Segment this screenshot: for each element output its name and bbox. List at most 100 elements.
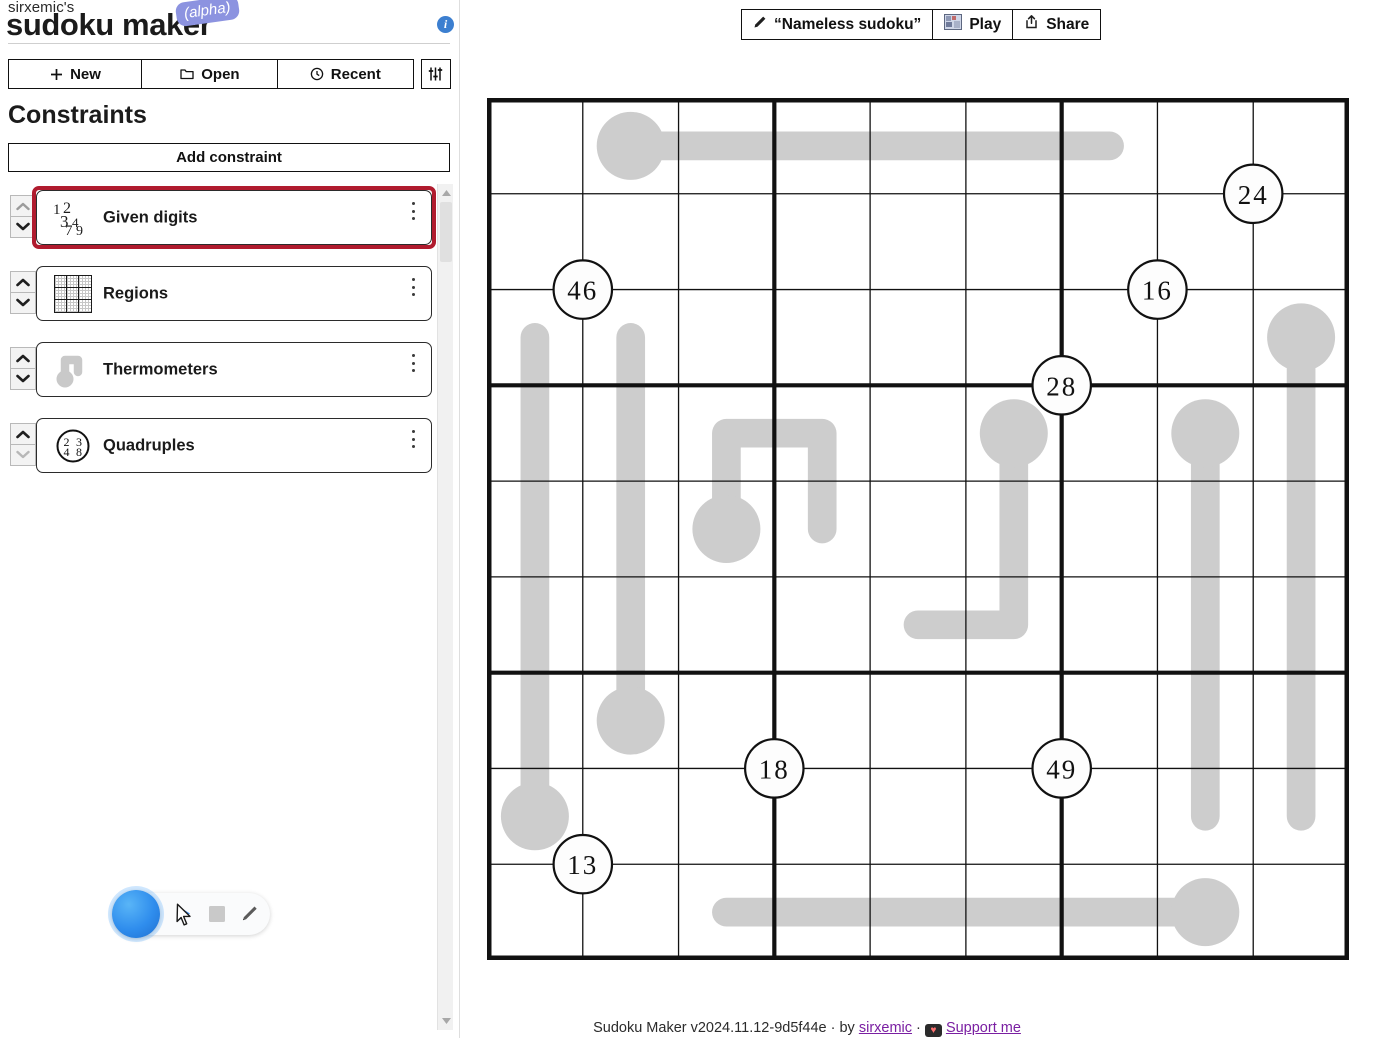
constraint-card-given-digits[interactable]: 1 2 3 4 7 9 Given digits [36,190,432,245]
move-up-button[interactable] [10,347,36,369]
new-button[interactable]: New [8,59,143,89]
quad-16[interactable]: 16 [1127,259,1188,320]
puzzle-name: “Nameless sudoku” [774,15,922,33]
move-up-button[interactable] [10,271,36,293]
thermo-bottom-row9-bulb[interactable] [1171,878,1240,947]
info-icon[interactable]: i [437,16,454,33]
square-tool-icon[interactable] [202,899,232,929]
pen-toolbar [112,890,270,938]
constraint-menu-button[interactable] [405,428,421,450]
play-thumbnail-icon [944,14,963,35]
play-button[interactable]: Play [932,10,1013,39]
regions-grid-icon [51,272,95,316]
sliders-icon [427,66,444,82]
quad-28-digits: 28 [1046,371,1077,401]
constraint-menu-button[interactable] [405,276,421,298]
footer-author-link[interactable]: sirxemic [859,1020,912,1036]
quad-49[interactable]: 49 [1031,738,1093,799]
constraint-list: 1 2 3 4 7 9 Given digits Regions Thermom… [0,186,460,490]
move-down-button[interactable] [10,443,36,466]
settings-button[interactable] [420,59,451,89]
constraints-scrollbar[interactable] [437,184,453,1030]
quad-13[interactable]: 13 [552,833,614,895]
thermo-top-row1-bulb[interactable] [596,111,665,180]
svg-text:4: 4 [64,445,70,459]
constraint-card-thermometers[interactable]: Thermometers [36,342,432,397]
thermometer-icon [51,348,95,392]
quad-28[interactable]: 28 [1031,354,1093,416]
open-button-label: Open [201,65,240,83]
left-panel: sirxemic's sudoku maker (alpha) i New Op… [0,0,460,1038]
quad-18-digits: 18 [759,754,790,784]
constraint-row-quadruples: 2 3 4 8 Quadruples [0,414,460,490]
rename-puzzle-button[interactable]: “Nameless sudoku” [742,10,933,39]
new-button-label: New [70,65,101,83]
move-down-button[interactable] [10,291,36,314]
constraint-card-quadruples[interactable]: 2 3 4 8 Quadruples [36,418,432,473]
scrollbar-thumb[interactable] [440,202,452,262]
constraint-label: Quadruples [103,436,195,454]
reorder-arrows-thermometers [10,347,36,390]
open-button[interactable]: Open [141,59,279,89]
thermo-center-right-hook-bulb[interactable] [979,399,1048,468]
quad-46[interactable]: 46 [552,259,614,320]
share-button-label: Share [1046,15,1090,33]
constraint-label: Given digits [103,208,198,226]
move-up-button[interactable] [10,423,36,445]
quadruple-icon: 2 3 4 8 [51,424,95,468]
quad-24[interactable]: 24 [1222,163,1284,225]
constraint-label: Regions [103,284,169,302]
support-me-link[interactable]: Support me [946,1020,1021,1036]
constraint-label: Thermometers [103,360,218,378]
brand-header: sirxemic's sudoku maker (alpha) i [0,0,460,48]
quad-49-digits: 49 [1046,754,1077,784]
sudoku-grid-svg[interactable]: 46 24 16 28 18 49 13 [487,98,1349,960]
clock-history-icon [310,67,324,81]
quad-16-digits: 16 [1142,276,1173,306]
puzzle-toolbar: “Nameless sudoku” Play Share [741,9,1102,40]
quad-46-digits: 46 [567,276,598,306]
folder-icon [180,68,194,80]
thermo-right-col8-bulb[interactable] [1171,399,1240,468]
pencil-icon [753,15,767,34]
reorder-arrows-quadruples [10,423,36,466]
footer: Sudoku Maker v2024.11.12-9d5f44e · by si… [0,1020,1384,1037]
given-digit-sample: 9 [76,223,83,239]
plus-icon [50,68,63,81]
thermo-center-hook-bulb[interactable] [692,495,761,563]
sudoku-board[interactable]: 46 24 16 28 18 49 13 [487,98,1349,960]
constraint-row-regions: Regions [0,262,460,338]
given-digit-sample: 7 [65,222,73,239]
share-button[interactable]: Share [1012,10,1101,39]
recent-button[interactable]: Recent [276,59,414,89]
board-background [487,98,1349,960]
thermo-right-col9-bulb[interactable] [1267,303,1336,372]
recent-button-label: Recent [330,65,381,83]
constraint-card-regions[interactable]: Regions [36,266,432,321]
header-divider [8,43,450,44]
constraint-row-thermometers: Thermometers [0,338,460,414]
constraint-row-given-digits: 1 2 3 4 7 9 Given digits [0,186,460,262]
move-down-button[interactable] [10,367,36,390]
pencil-tool-icon[interactable] [234,899,264,929]
quad-13-digits: 13 [567,850,598,880]
file-toolbar: New Open Recent [8,59,451,89]
play-button-label: Play [969,15,1002,33]
pen-color-swatch[interactable] [112,890,160,938]
app-root: sirxemic's sudoku maker (alpha) i New Op… [0,0,1384,1038]
constraint-menu-button[interactable] [405,200,421,222]
quad-18[interactable]: 18 [743,738,805,799]
cursor-tool-icon[interactable] [168,899,198,929]
heart-icon: ♥ [924,1024,942,1037]
panel-divider [459,0,460,1038]
thermo-left-col1-bulb[interactable] [500,782,569,851]
svg-text:8: 8 [76,445,82,459]
add-constraint-button[interactable]: Add constraint [8,143,450,172]
scroll-up-icon[interactable] [438,185,454,201]
constraint-menu-button[interactable] [405,352,421,374]
footer-separator: · [912,1020,925,1036]
footer-version: Sudoku Maker v2024.11.12-9d5f44e · by [593,1020,859,1036]
reorder-arrows-regions [10,271,36,314]
constraints-heading: Constraints [8,101,147,129]
thermo-left-col2-bulb[interactable] [596,686,665,755]
